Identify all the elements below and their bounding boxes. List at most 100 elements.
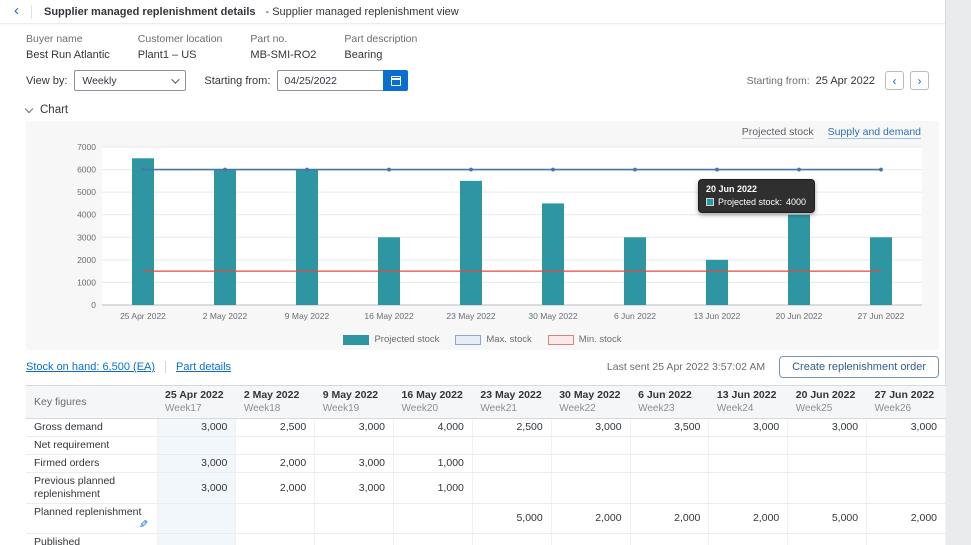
svg-text:1000: 1000: [77, 277, 96, 287]
bar-13 Jun 2022[interactable]: [706, 260, 728, 305]
view-by-label: View by:: [26, 75, 67, 87]
part-no-field: Part no. MB-SMI-RO2: [250, 33, 316, 61]
cell-value: 3,000: [709, 419, 788, 437]
tooltip-value: 4000: [786, 197, 806, 207]
cell-value: 3,000: [315, 473, 394, 504]
legend-swatch: [455, 335, 481, 345]
cell-value: [630, 437, 709, 455]
period-navigator: Starting from: 25 Apr 2022 ‹ ›: [747, 71, 929, 90]
svg-text:27 Jun 2022: 27 Jun 2022: [858, 311, 905, 321]
cell-value: 3,500: [630, 419, 709, 437]
create-replenishment-order-button[interactable]: Create replenishment order: [779, 356, 939, 378]
cell-value[interactable]: [157, 504, 236, 534]
cell-value[interactable]: [236, 504, 315, 534]
cell-value[interactable]: 2,000: [709, 504, 788, 534]
previous-period-button[interactable]: ‹: [885, 71, 904, 90]
view-by-select[interactable]: Weekly: [74, 70, 186, 91]
bar-25 Apr 2022[interactable]: [132, 158, 154, 305]
starting-from-date-input[interactable]: [277, 70, 383, 91]
collapse-chevron-icon[interactable]: [25, 104, 33, 112]
projected-stock-chart: 0100020003000400050006000700025 Apr 2022…: [40, 141, 936, 328]
calendar-button[interactable]: [383, 70, 408, 91]
column-date: 25 Apr 2022: [165, 389, 228, 401]
divider: [31, 5, 32, 19]
svg-text:20 Jun 2022: 20 Jun 2022: [776, 311, 823, 321]
bar-23 May 2022[interactable]: [460, 181, 482, 305]
legend-label: Max. stock: [486, 334, 531, 345]
column-date: 20 Jun 2022: [796, 389, 859, 401]
calendar-icon: [391, 76, 401, 86]
view-by-selected-value: Weekly: [82, 75, 116, 87]
bar-20 Jun 2022[interactable]: [788, 215, 810, 305]
svg-text:2000: 2000: [77, 255, 96, 265]
cell-value: 1,000: [394, 534, 473, 545]
cell-value: [551, 534, 630, 545]
svg-text:6000: 6000: [77, 165, 96, 175]
view-supply-and-demand[interactable]: Supply and demand: [828, 126, 921, 139]
bar-9 May 2022[interactable]: [296, 170, 318, 305]
cell-value[interactable]: 5,000: [788, 504, 867, 534]
svg-text:25 Apr 2022: 25 Apr 2022: [120, 311, 166, 321]
cell-value: [472, 473, 551, 504]
cell-value[interactable]: 2,000: [551, 504, 630, 534]
column-date: 6 Jun 2022: [638, 389, 701, 401]
customer-location-field: Customer location Plant1 – US: [138, 33, 223, 61]
column-week: Week26: [875, 403, 938, 414]
column-week: Week17: [165, 403, 228, 414]
customer-location-label: Customer location: [138, 33, 223, 45]
key-figures-header: Key figures: [34, 389, 149, 408]
column-week: Week24: [717, 403, 780, 414]
svg-text:16 May 2022: 16 May 2022: [364, 311, 413, 321]
cell-value: [551, 437, 630, 455]
cell-value: [867, 437, 946, 455]
buyer-name-value: Best Run Atlantic: [26, 49, 110, 61]
column-date: 30 May 2022: [559, 389, 622, 401]
cell-value: [788, 534, 867, 545]
part-details-link[interactable]: Part details: [176, 361, 231, 373]
svg-text:6 Jun 2022: 6 Jun 2022: [614, 311, 656, 321]
buyer-name-label: Buyer name: [26, 33, 110, 45]
cell-value: [157, 437, 236, 455]
cell-value: [709, 534, 788, 545]
next-period-button[interactable]: ›: [910, 71, 929, 90]
part-no-value: MB-SMI-RO2: [250, 49, 316, 61]
column-header-Week17: 25 Apr 2022 Week17: [157, 386, 236, 419]
bar-30 May 2022[interactable]: [542, 203, 564, 305]
cell-value: [630, 473, 709, 504]
row-label: Planned replenishment✎: [26, 504, 157, 534]
chart-view-toggle: Projected stock Supply and demand: [26, 124, 939, 141]
period-label: Starting from:: [747, 75, 810, 87]
cell-value[interactable]: 2,000: [867, 504, 946, 534]
cell-value[interactable]: 5,000: [472, 504, 551, 534]
cell-value: [867, 534, 946, 545]
cell-value: 3,000: [157, 455, 236, 473]
column-week: Week22: [559, 403, 622, 414]
back-icon[interactable]: ‹: [10, 1, 25, 23]
cell-value[interactable]: [315, 504, 394, 534]
cell-value[interactable]: [394, 504, 473, 534]
view-projected-stock[interactable]: Projected stock: [742, 126, 814, 139]
table-row: Gross demand3,0002,5003,0004,0002,5003,0…: [26, 419, 946, 437]
cell-value: 2,500: [236, 419, 315, 437]
cell-value: 3,000: [315, 419, 394, 437]
cell-value: [236, 437, 315, 455]
svg-text:4000: 4000: [77, 210, 96, 220]
column-week: Week25: [796, 403, 859, 414]
svg-text:3000: 3000: [77, 232, 96, 242]
cell-value: [709, 455, 788, 473]
cell-value: 3,000: [315, 534, 394, 545]
cell-value: 3,000: [867, 419, 946, 437]
cell-value: 3,000: [788, 419, 867, 437]
part-info-header: Buyer name Best Run Atlantic Customer lo…: [0, 24, 945, 63]
stock-on-hand-link[interactable]: Stock on hand: 6,500 (EA): [26, 361, 155, 373]
edit-pencil-icon[interactable]: ✎: [139, 519, 148, 531]
column-header-Week25: 20 Jun 2022 Week25: [788, 386, 867, 419]
cell-value: 2,000: [236, 455, 315, 473]
cell-value[interactable]: 2,000: [630, 504, 709, 534]
bar-2 May 2022[interactable]: [214, 170, 236, 305]
key-figures-table: Key figures25 Apr 2022Week172 May 2022We…: [26, 385, 946, 545]
column-header-Week22: 30 May 2022 Week22: [551, 386, 630, 419]
cell-value: [709, 473, 788, 504]
chart-tooltip: 20 Jun 2022 Projected stock: 4000: [698, 179, 815, 213]
cell-value: 2,000: [236, 473, 315, 504]
